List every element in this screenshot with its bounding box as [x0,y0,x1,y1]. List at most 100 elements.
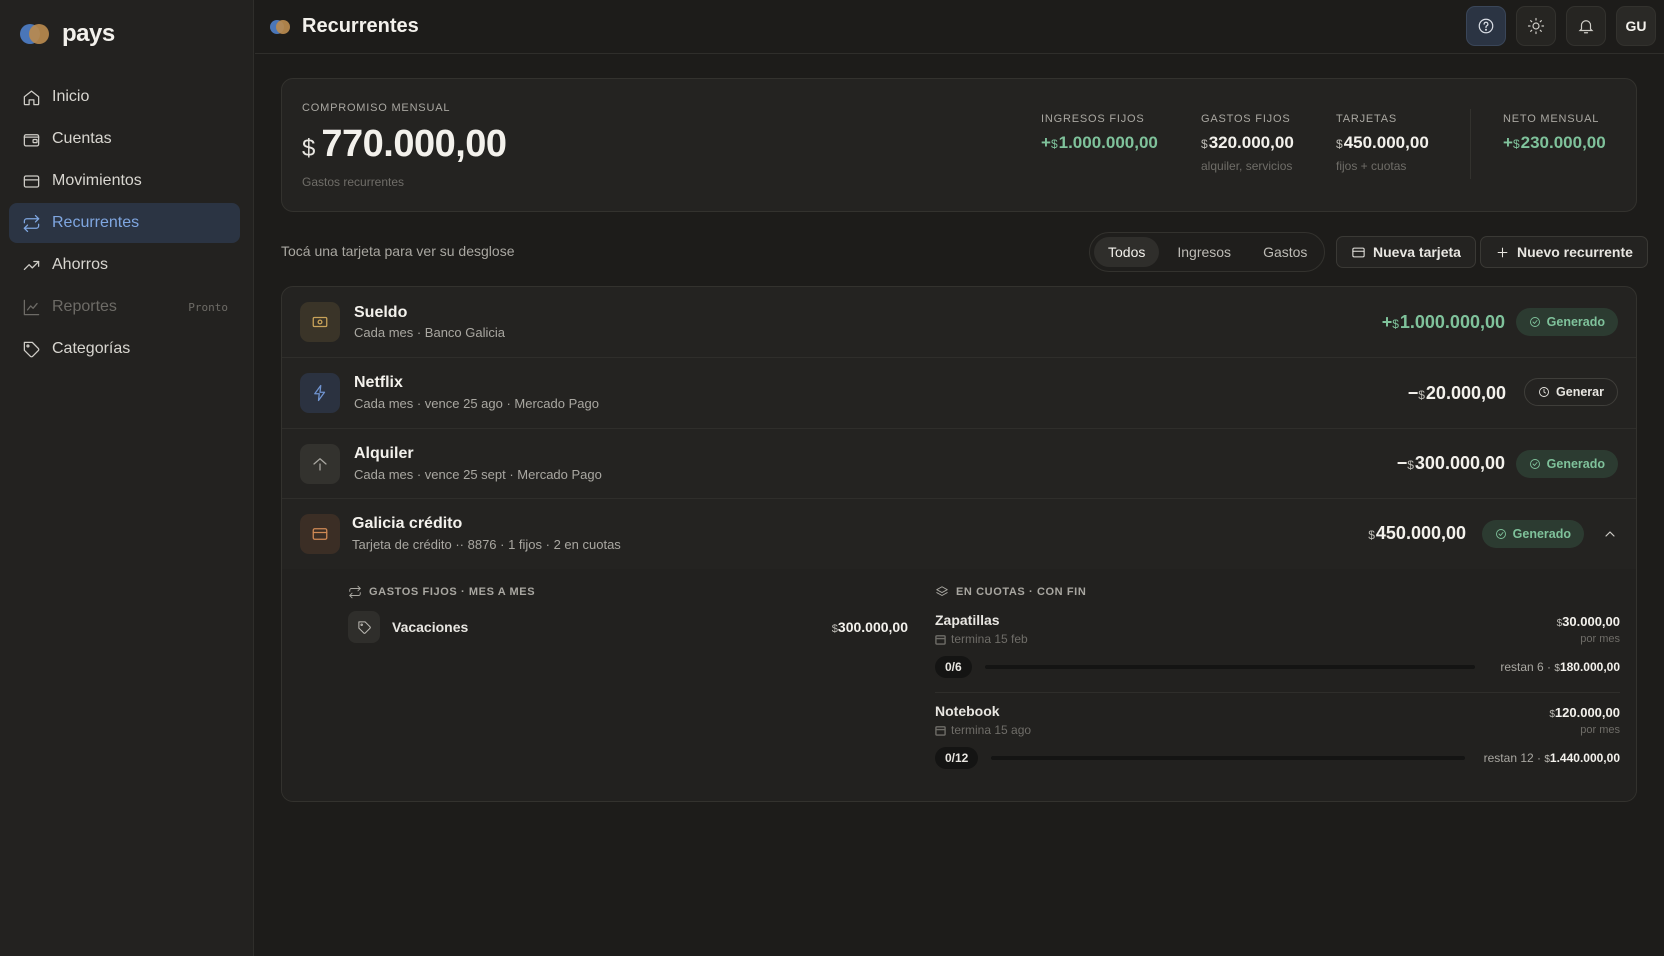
logo-mark-icon [20,23,50,45]
chart-icon [23,299,40,315]
amount-value: 120.000,00 [1554,705,1620,720]
kpi-amount: 230.000,00 [1520,133,1606,152]
status-badge-generado: Generado [1481,520,1584,548]
sidebar-item-ahorros[interactable]: Ahorros [9,245,240,285]
kpi-label: GASTOS FIJOS [1201,113,1291,125]
sidebar-item-inicio[interactable]: Inicio [9,77,240,117]
user-avatar[interactable]: GU [1616,6,1656,46]
installment-progress-bar [985,665,1475,669]
kpi-currency: $ [1512,137,1520,151]
row-amount: −$300.000,00 [1397,453,1505,474]
kpi-label: INGRESOS FIJOS [1041,113,1145,125]
recurrent-row-sueldo[interactable]: Sueldo Cada mes · Banco Galicia +$1.000.… [282,287,1636,358]
recurrent-row-netflix[interactable]: Netflix Cada mes · vence 25 ago · Mercad… [282,358,1636,429]
theme-toggle-button[interactable] [1516,6,1556,46]
card-icon [23,174,40,188]
summary-value: $ 770.000,00 [302,123,507,166]
collapse-button[interactable] [1602,526,1618,542]
layers-icon [936,586,948,596]
amount-currency: $ [1407,458,1414,472]
sidebar-item-movimientos[interactable]: Movimientos [9,161,240,201]
status-label: Generado [1546,315,1605,329]
amount-value: 1.000.000,00 [1399,312,1505,332]
bolt-icon [314,384,326,402]
chevron-up-icon [1605,531,1615,537]
sidebar: pays Inicio Cuentas Movimientos Recurren… [0,0,254,956]
remaining-label: restan 12 · [1483,751,1542,765]
sun-icon [1527,17,1545,35]
filter-gastos[interactable]: Gastos [1249,237,1321,267]
installment-progress-label: 0/12 [935,747,979,769]
status-label: Generado [1512,527,1571,541]
filter-todos[interactable]: Todos [1094,237,1160,267]
installment-progress-bar [991,756,1465,760]
sidebar-item-cuentas[interactable]: Cuentas [9,119,240,159]
fixed-expense-item[interactable]: Vacaciones $300.000,00 [348,611,908,645]
amount-sign: − [1396,453,1408,473]
row-subtitle: Tarjeta de crédito ·· 8876 · 1 fijos · 2… [352,537,621,552]
sidebar-item-label: Reportes [52,298,117,315]
installment-name: Zapatillas [935,612,1000,628]
installment-item[interactable]: Notebook termina 15 ago $120.000,00 por … [935,703,1620,773]
top-actions: GU [1466,6,1656,46]
amount-value: 300.000,00 [837,619,908,635]
help-button[interactable] [1466,6,1506,46]
kpi-sub: alquiler, servicios [1201,159,1293,173]
new-card-label: Nueva tarjeta [1373,244,1461,260]
summary-sub: Gastos recurrentes [302,175,405,189]
status-label: Generado [1546,457,1605,471]
remaining-amount: 180.000,00 [1559,660,1620,674]
recurrent-row-alquiler[interactable]: Alquiler Cada mes · vence 25 sept · Merc… [282,429,1636,499]
recurrent-list: Sueldo Cada mes · Banco Galicia +$1.000.… [281,286,1637,802]
summary-currency: $ [302,135,316,162]
new-card-button[interactable]: Nueva tarjeta [1336,236,1476,268]
monthly-commitment-card: COMPROMISO MENSUAL $ 770.000,00 Gastos r… [281,78,1637,212]
installment-remaining: restan 6 · $180.000,00 [1500,660,1620,674]
row-title: Galicia crédito [352,515,463,532]
calendar-icon [935,725,946,736]
new-recurrent-button[interactable]: Nuevo recurrente [1480,236,1648,268]
amount-currency: $ [1392,317,1399,331]
row-amount: −$20.000,00 [1408,383,1506,404]
tag-icon [357,620,371,634]
status-badge-generado: Generado [1515,450,1618,478]
new-recurrent-label: Nuevo recurrente [1517,244,1633,260]
topbar: Recurrentes GU [255,0,1664,54]
app-logo[interactable]: pays [20,20,115,48]
generate-button[interactable]: Generar [1524,378,1618,406]
check-circle-icon [1529,459,1540,469]
wallet-icon [23,133,40,146]
summary-amount: 770.000,00 [321,123,507,165]
kpi-value: +$1.000.000,00 [1041,133,1158,153]
row-title: Sueldo [354,304,408,321]
sidebar-item-recurrentes[interactable]: Recurrentes [9,203,240,243]
row-icon-box [300,444,340,484]
filter-ingresos[interactable]: Ingresos [1163,237,1245,267]
row-subtitle: Cada mes · vence 25 sept · Mercado Pago [354,467,602,482]
installment-item[interactable]: Zapatillas termina 15 feb $30.000,00 por… [935,612,1620,682]
installment-amount: $120.000,00 [1549,705,1620,720]
sidebar-item-categorias[interactable]: Categorías [9,329,240,369]
row-title: Alquiler [354,445,414,462]
kpi-label: TARJETAS [1336,113,1397,125]
notifications-button[interactable] [1566,6,1606,46]
sidebar-item-label: Categorías [52,340,131,357]
remaining-label: restan 6 · [1500,660,1552,674]
fixed-expenses-heading: GASTOS FIJOS · MES A MES [348,585,535,599]
plus-icon [1497,247,1508,257]
installment-divider [935,692,1620,693]
repeat-icon [349,585,361,599]
sidebar-item-label: Cuentas [52,130,112,147]
sidebar-item-label: Ahorros [52,256,109,273]
kpi-amount: 320.000,00 [1208,133,1294,152]
installment-period: por mes [1580,724,1620,736]
fixed-item-name: Vacaciones [392,619,469,635]
tag-icon [23,341,40,357]
kpi-sign: + [1503,133,1513,152]
installment-remaining: restan 12 · $1.440.000,00 [1484,751,1620,765]
amount-value: 30.000,00 [1562,614,1620,629]
remaining-amount: 1.440.000,00 [1549,751,1620,765]
page-logo-icon [270,19,292,35]
recurrent-row-galicia-credito[interactable]: Galicia crédito Tarjeta de crédito ·· 88… [282,499,1636,569]
kpi-value: $450.000,00 [1336,133,1429,153]
